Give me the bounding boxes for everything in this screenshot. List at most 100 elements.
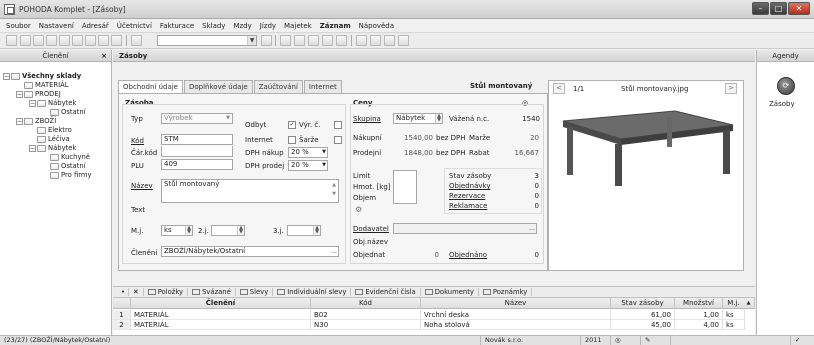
cell-mj[interactable]: ks <box>723 320 745 330</box>
find-icon[interactable] <box>131 35 142 46</box>
menu-nastavení[interactable]: Nastavení <box>39 22 74 30</box>
edit-icon[interactable] <box>72 35 83 46</box>
cell-mj[interactable]: ks <box>723 310 745 320</box>
carkod-input[interactable] <box>161 146 233 157</box>
column-header[interactable]: Množství <box>675 298 723 309</box>
tree-item[interactable]: Ostatní <box>42 108 86 117</box>
kod-input[interactable]: STM <box>161 134 233 145</box>
menu-sklady[interactable]: Sklady <box>202 22 225 30</box>
report-icon[interactable] <box>336 35 347 46</box>
sarze-checkbox[interactable] <box>334 136 342 144</box>
objednavky-link[interactable]: Objednávky <box>449 182 490 190</box>
cell-stav[interactable]: 61,00 <box>611 310 675 320</box>
menu-nápověda[interactable]: Nápověda <box>359 22 394 30</box>
tree-item[interactable]: − Nábytek <box>29 144 76 153</box>
preview-icon[interactable] <box>46 35 57 46</box>
bottom-tab-0[interactable]: Položky <box>144 288 189 296</box>
reklamace-link[interactable]: Reklamace <box>449 202 487 210</box>
close-button[interactable]: ✕ <box>788 2 810 15</box>
filter-icon[interactable] <box>111 35 122 46</box>
collapse-icon[interactable]: • <box>117 288 129 296</box>
mj-input[interactable]: ks ▲ ▼ <box>161 225 193 236</box>
cell-mnozstvi[interactable]: 4,00 <box>675 320 723 330</box>
expander-icon[interactable]: − <box>16 118 23 125</box>
spin-icon[interactable]: ▲ ▼ <box>237 226 244 235</box>
calculator-icon[interactable] <box>322 35 333 46</box>
cell-nazev[interactable]: Vrchní deska <box>421 310 611 320</box>
column-header[interactable]: Kód <box>311 298 421 309</box>
dph-prodej-select[interactable]: 20 % ▼ <box>288 160 328 171</box>
menu-účetnictví[interactable]: Účetnictví <box>117 22 152 30</box>
tree-item[interactable]: Kuchyně <box>42 153 90 162</box>
menu-záznam[interactable]: Záznam <box>320 22 351 30</box>
objednano-link[interactable]: Objednáno <box>449 251 487 259</box>
tree-item[interactable]: Pro firmy <box>42 171 92 180</box>
menu-majetek[interactable]: Majetek <box>284 22 312 30</box>
typ-select[interactable]: Výrobek ▼ <box>161 113 233 124</box>
expander-icon[interactable]: − <box>29 145 36 152</box>
nazev-input[interactable]: Stůl montovaný ▲ ▼ <box>161 179 339 203</box>
cell-kod[interactable]: N30 <box>311 320 421 330</box>
menu-fakturace[interactable]: Fakturace <box>160 22 194 30</box>
table-icon[interactable] <box>356 35 367 46</box>
bottom-tab-6[interactable]: Poznámky <box>479 288 533 296</box>
attach-icon[interactable] <box>294 35 305 46</box>
close-icon[interactable]: × <box>101 50 107 62</box>
tree-item[interactable]: − Všechny sklady <box>3 72 81 81</box>
tree-item[interactable]: − ZBOŽÍ <box>16 117 56 126</box>
minimize-button[interactable]: – <box>752 2 769 15</box>
save-icon[interactable] <box>85 35 96 46</box>
prev-image-button[interactable]: < <box>553 83 565 94</box>
row-number[interactable]: 2 <box>113 320 131 330</box>
tab-3[interactable]: Internet <box>303 80 342 93</box>
column-header[interactable]: Členění <box>131 298 311 309</box>
tree-item[interactable]: Elektro <box>29 126 72 135</box>
tab-0[interactable]: Obchodní údaje <box>118 80 183 93</box>
calendar-icon[interactable] <box>308 35 319 46</box>
settings-icon[interactable]: ⚙ <box>355 205 362 214</box>
agenda-zasoby-icon[interactable]: ⟳ <box>777 77 795 95</box>
bottom-tab-4[interactable]: Evidenční čísla <box>351 288 421 296</box>
internet-checkbox[interactable] <box>288 136 296 144</box>
export-icon[interactable] <box>384 35 395 46</box>
tab-2[interactable]: Zaúčtování <box>253 80 303 93</box>
menu-jízdy[interactable]: Jízdy <box>260 22 276 30</box>
print-icon[interactable] <box>33 35 44 46</box>
mj2-input[interactable]: ▲ ▼ <box>211 225 245 236</box>
dph-nakup-select[interactable]: 20 % ▼ <box>288 147 328 158</box>
grid-scroll-up-icon[interactable]: ▲ <box>743 298 755 309</box>
new-record-icon[interactable] <box>20 35 31 46</box>
tree-item[interactable]: Léčiva <box>29 135 70 144</box>
column-header[interactable]: M.j. <box>723 298 745 309</box>
cell-kod[interactable]: B02 <box>311 310 421 320</box>
dodavatel-input[interactable]: … <box>393 223 537 234</box>
spin-icon[interactable]: ▲ ▼ <box>435 114 442 123</box>
column-header[interactable]: Stav zásoby <box>611 298 675 309</box>
bottom-tab-2[interactable]: Slevy <box>236 288 274 296</box>
spin-icon[interactable]: ▲ ▼ <box>185 226 192 235</box>
tab-1[interactable]: Doplňkové údaje <box>184 80 253 93</box>
filter-clear-icon[interactable]: ✕ <box>129 288 144 296</box>
browse-icon[interactable]: … <box>331 247 337 256</box>
plu-input[interactable]: 409 <box>161 159 233 170</box>
expander-icon[interactable]: − <box>3 73 10 80</box>
spin-icon[interactable]: ▲ ▼ <box>313 226 320 235</box>
next-image-button[interactable]: > <box>725 83 737 94</box>
tree-item[interactable]: − PRODEJ <box>16 90 61 99</box>
menu-adresář[interactable]: Adresář <box>82 22 109 30</box>
rezervace-link[interactable]: Rezervace <box>449 192 485 200</box>
menu-mzdy[interactable]: Mzdy <box>233 22 251 30</box>
bottom-tab-3[interactable]: Individuální slevy <box>273 288 352 296</box>
cell-stav[interactable]: 45,00 <box>611 320 675 330</box>
vyr-c-checkbox[interactable]: ✓ <box>288 121 296 129</box>
help-icon[interactable] <box>398 35 409 46</box>
bottom-tab-5[interactable]: Dokumenty <box>421 288 479 296</box>
menu-soubor[interactable]: Soubor <box>6 22 31 30</box>
maximize-button[interactable]: □ <box>770 2 787 15</box>
tree-item[interactable]: Ostatní <box>42 162 86 171</box>
cell-mnozstvi[interactable]: 1,00 <box>675 310 723 320</box>
agenda-zasoby-label[interactable]: Zásoby <box>769 100 795 108</box>
delete-icon[interactable] <box>98 35 109 46</box>
search-combo[interactable]: ▼ <box>157 35 257 46</box>
cell-cleneni[interactable]: MATERIÁL <box>131 320 311 330</box>
